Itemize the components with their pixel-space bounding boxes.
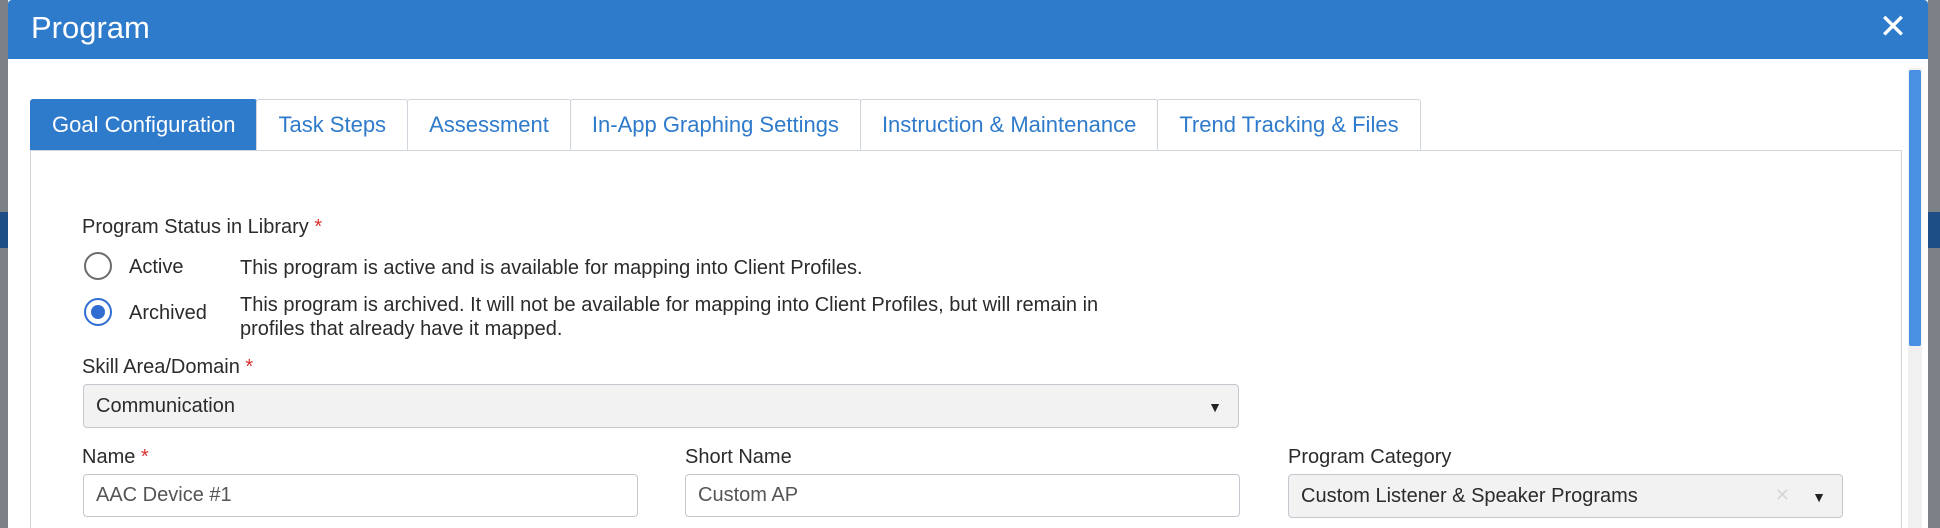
tab-instruction-maintenance[interactable]: Instruction & Maintenance (859, 99, 1159, 150)
tab-goal-configuration[interactable]: Goal Configuration (30, 99, 258, 150)
short-name-input[interactable]: Custom AP (685, 474, 1240, 517)
close-icon[interactable]: ✕ (1876, 10, 1910, 44)
active-description: This program is active and is available … (240, 257, 863, 279)
short-name-label: Short Name (685, 446, 792, 468)
required-mark: * (245, 356, 254, 378)
required-mark: * (140, 446, 149, 468)
tab-trend-tracking-files[interactable]: Trend Tracking & Files (1157, 99, 1421, 150)
name-label-text: Name (82, 446, 136, 468)
program-status-label: Program Status in Library * (82, 216, 322, 239)
name-label: Name * (82, 446, 149, 469)
name-value: AAC Device #1 (96, 484, 232, 506)
skill-area-select[interactable]: Communication ▼ (83, 384, 1239, 428)
tab-task-steps[interactable]: Task Steps (256, 99, 409, 150)
skill-area-label-text: Skill Area/Domain (82, 356, 240, 378)
radio-archived-label: Archived (129, 302, 207, 324)
program-category-value: Custom Listener & Speaker Programs (1301, 484, 1638, 507)
chevron-down-icon: ▼ (1208, 399, 1222, 415)
archived-description-line2: profiles that already have it mapped. (240, 318, 563, 340)
modal-header: Program ✕ (8, 0, 1928, 59)
archived-description-line1: This program is archived. It will not be… (240, 294, 1099, 316)
tab-in-app-graphing-settings[interactable]: In-App Graphing Settings (569, 99, 861, 150)
modal-title: Program (31, 10, 150, 45)
skill-area-label: Skill Area/Domain * (82, 356, 253, 379)
skill-area-value: Communication (96, 394, 235, 417)
name-input[interactable]: AAC Device #1 (83, 474, 638, 517)
radio-active[interactable] (84, 252, 112, 280)
required-mark: * (314, 216, 323, 238)
program-status-label-text: Program Status in Library (82, 216, 309, 238)
chevron-down-icon: ▼ (1812, 489, 1826, 505)
tab-bar: Goal Configuration Task Steps Assessment… (30, 99, 1421, 151)
program-modal: Program ✕ Goal Configuration Task Steps … (8, 0, 1928, 528)
radio-active-label: Active (129, 256, 184, 278)
scrollbar-thumb[interactable] (1909, 70, 1921, 346)
short-name-value: Custom AP (698, 484, 799, 506)
radio-archived[interactable] (84, 298, 112, 326)
clear-icon[interactable]: ✕ (1775, 485, 1790, 506)
program-category-select[interactable]: Custom Listener & Speaker Programs ✕ ▼ (1288, 474, 1843, 518)
tab-assessment[interactable]: Assessment (407, 99, 571, 150)
program-category-label: Program Category (1288, 446, 1452, 468)
